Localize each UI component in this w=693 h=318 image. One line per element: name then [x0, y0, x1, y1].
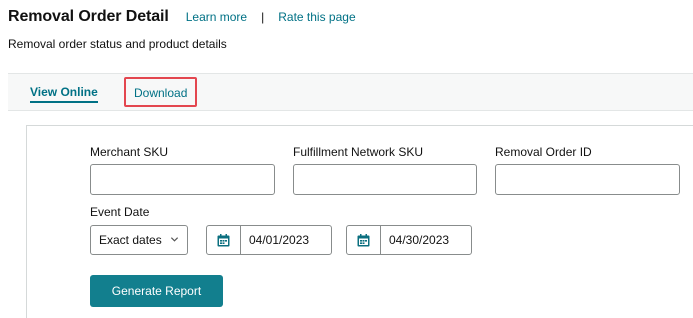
- learn-more-link[interactable]: Learn more: [186, 10, 247, 24]
- merchant-sku-label: Merchant SKU: [90, 145, 169, 159]
- calendar-icon[interactable]: [347, 226, 381, 254]
- tab-bar: View Online Download: [8, 73, 693, 111]
- generate-report-button[interactable]: Generate Report: [90, 275, 223, 307]
- end-date-value[interactable]: 04/30/2023: [381, 226, 449, 254]
- rate-page-link[interactable]: Rate this page: [278, 10, 355, 24]
- header-separator: |: [261, 10, 265, 24]
- event-date-label: Event Date: [90, 205, 150, 219]
- merchant-sku-input[interactable]: [90, 164, 275, 195]
- tab-view-online[interactable]: View Online: [18, 74, 110, 110]
- tab-download[interactable]: Download: [124, 77, 198, 107]
- calendar-icon[interactable]: [207, 226, 241, 254]
- page-title: Removal Order Detail: [8, 8, 169, 25]
- removal-order-id-label: Removal Order ID: [495, 145, 592, 159]
- removal-order-id-input[interactable]: [495, 164, 680, 195]
- start-date-field[interactable]: 04/01/2023: [206, 225, 332, 255]
- end-date-field[interactable]: 04/30/2023: [346, 225, 472, 255]
- fulfillment-sku-input[interactable]: [293, 164, 477, 195]
- start-date-value[interactable]: 04/01/2023: [241, 226, 309, 254]
- page-header: Removal Order Detail Learn more | Rate t…: [8, 8, 356, 26]
- chevron-down-icon: [170, 237, 179, 242]
- page-subtitle: Removal order status and product details: [8, 37, 227, 51]
- fulfillment-sku-label: Fulfillment Network SKU: [293, 145, 424, 159]
- date-mode-select[interactable]: Exact dates: [90, 225, 188, 255]
- date-mode-value: Exact dates: [99, 233, 162, 247]
